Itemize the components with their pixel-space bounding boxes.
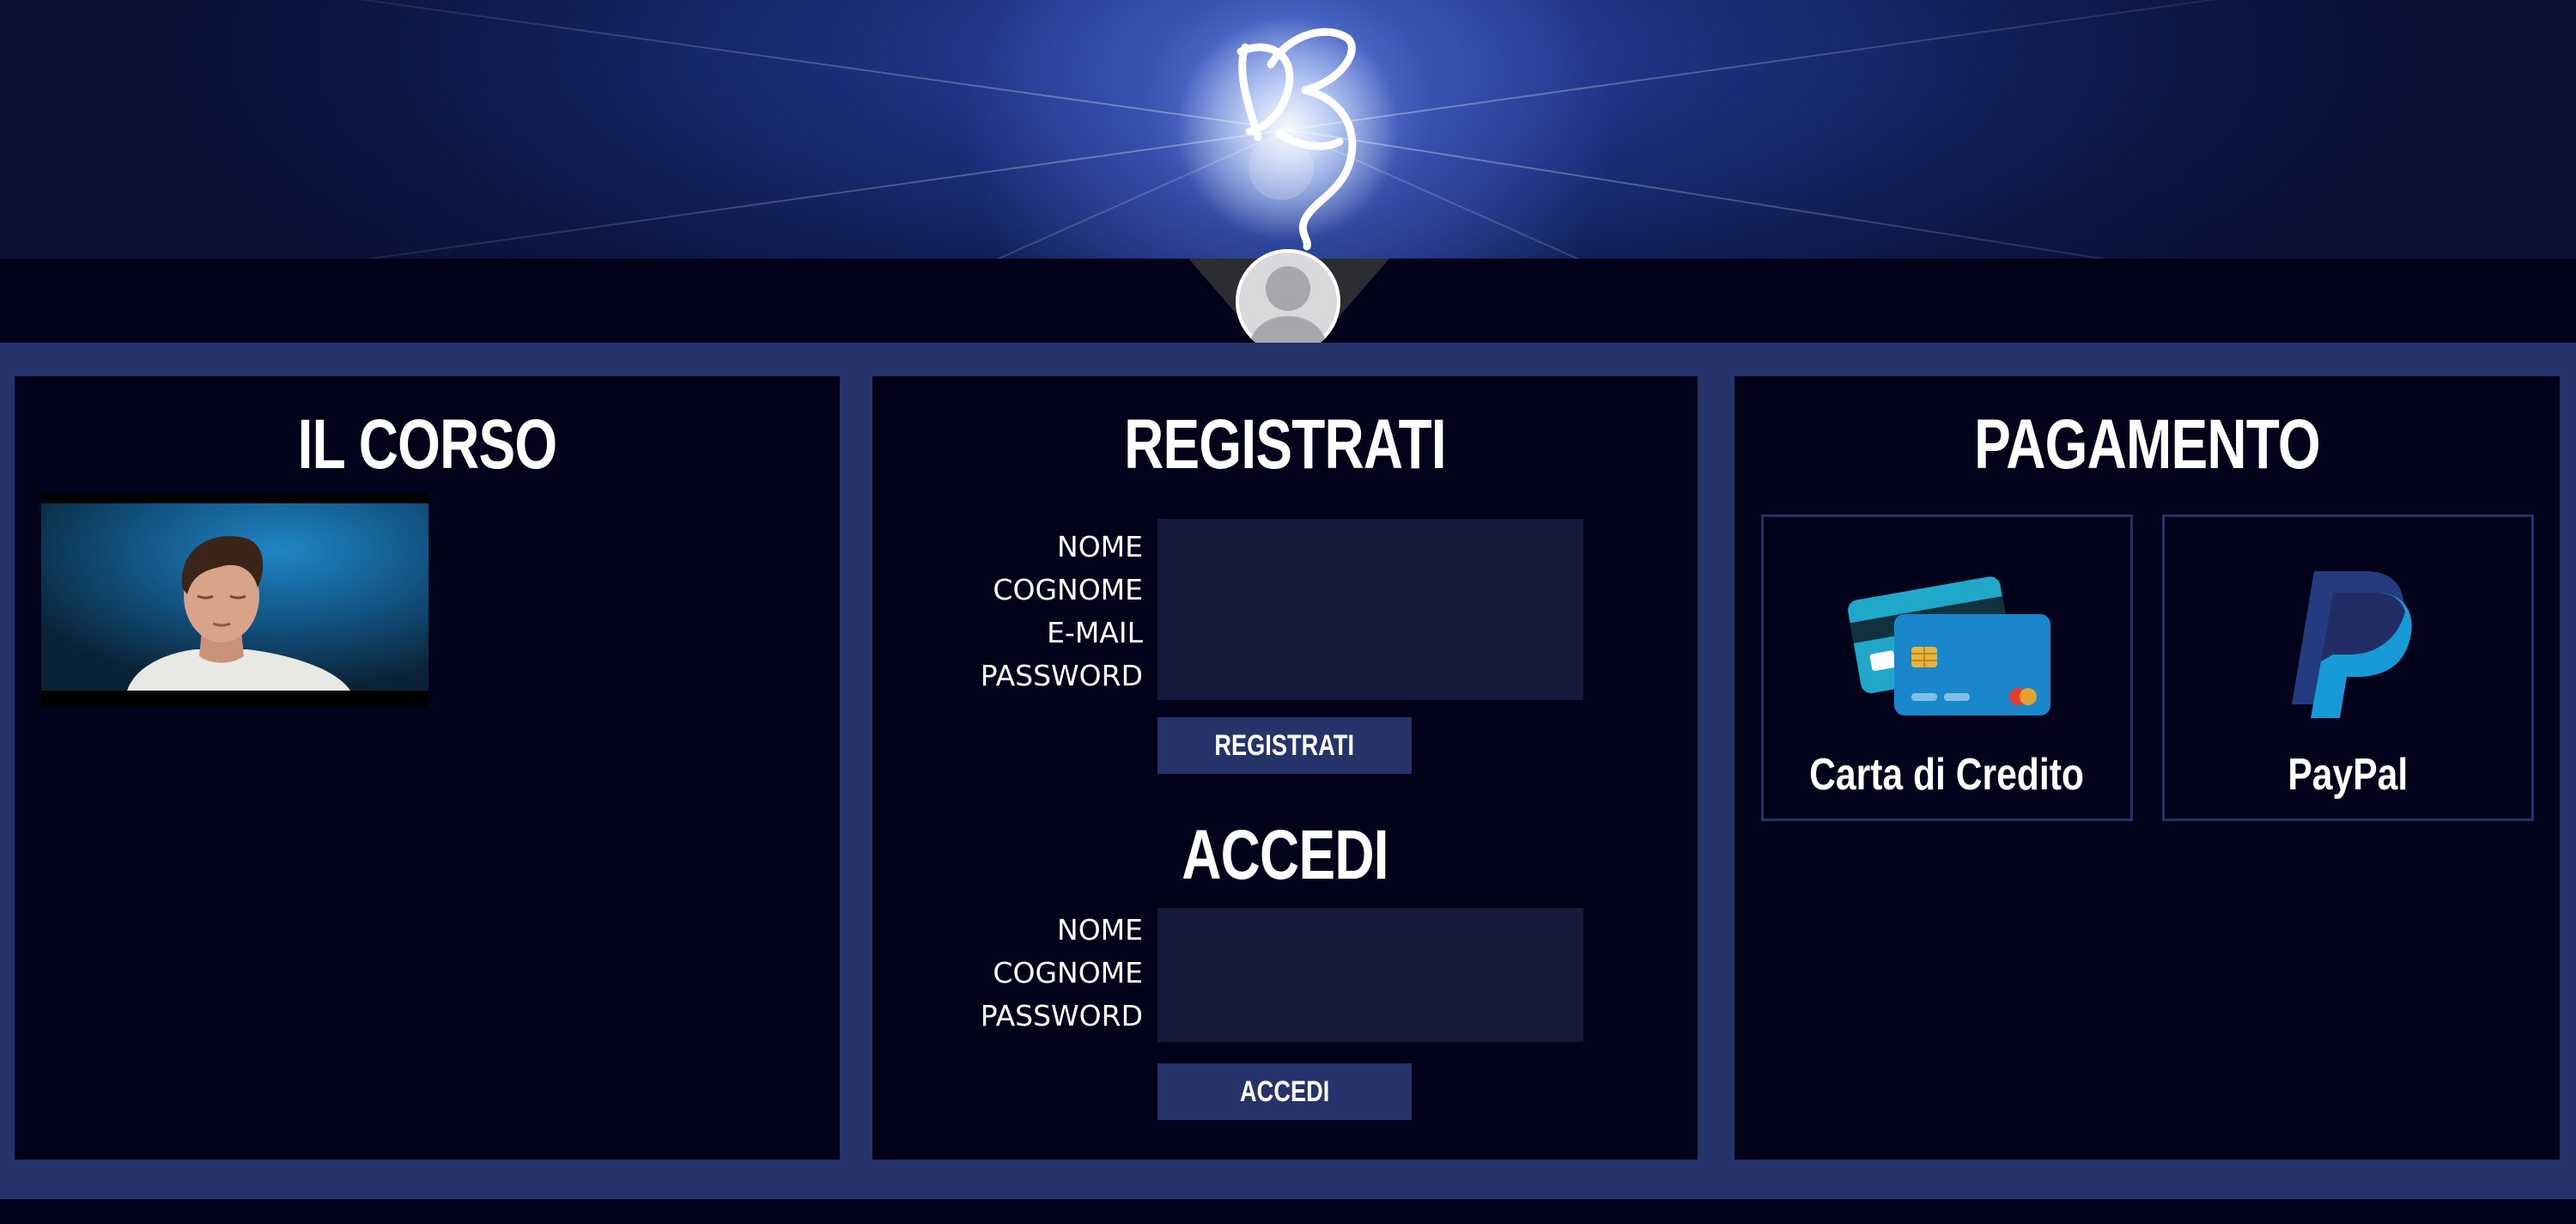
credit-card-icon [1848,576,2050,716]
register-label-email: E-MAIL [1047,616,1143,649]
login-label-nome: NOME [1057,913,1143,947]
course-title: IL CORSO [297,405,558,484]
credit-card-option[interactable]: Carta di Credito [1761,515,2133,821]
register-labels: NOME COGNOME E-MAIL PASSWORD [981,526,1143,697]
login-title: ACCEDI [1182,816,1388,894]
login-labels: NOME COGNOME PASSWORD [981,909,1143,1038]
login-button-label: ACCEDI [1239,1075,1330,1108]
course-video-thumbnail[interactable] [41,493,428,707]
login-input-area[interactable] [1157,908,1583,1042]
paypal-option[interactable]: PayPal [2162,515,2534,821]
register-button[interactable]: REGISTRATI [1157,717,1412,774]
login-label-cognome: COGNOME [993,956,1143,990]
credit-card-label: Carta di Credito [1809,750,2085,800]
register-title: REGISTRATI [1124,405,1447,484]
user-avatar-icon[interactable] [1236,249,1340,354]
butterfly-signature-logo-icon[interactable] [1202,21,1374,253]
login-button[interactable]: ACCEDI [1157,1063,1412,1120]
page: IL CORSO REGISTRATI NOME COGNOME E-MAIL … [0,0,2576,1224]
account-panel: REGISTRATI NOME COGNOME E-MAIL PASSWORD … [872,376,1698,1160]
payment-title: PAGAMENTO [1974,405,2321,484]
paypal-label: PayPal [2287,750,2409,800]
footer-bar [0,1199,2576,1224]
course-panel: IL CORSO [15,376,840,1160]
register-label-nome: NOME [1057,530,1143,563]
register-button-label: REGISTRATI [1214,729,1355,762]
header-banner [0,0,2576,259]
register-label-password: PASSWORD [980,659,1143,692]
register-label-cognome: COGNOME [993,573,1143,606]
payment-panel: PAGAMENTO Carta di Credito PayPal [1735,376,2560,1160]
login-label-password: PASSWORD [980,999,1143,1032]
paypal-icon [2292,571,2412,718]
register-input-area[interactable] [1157,519,1583,700]
